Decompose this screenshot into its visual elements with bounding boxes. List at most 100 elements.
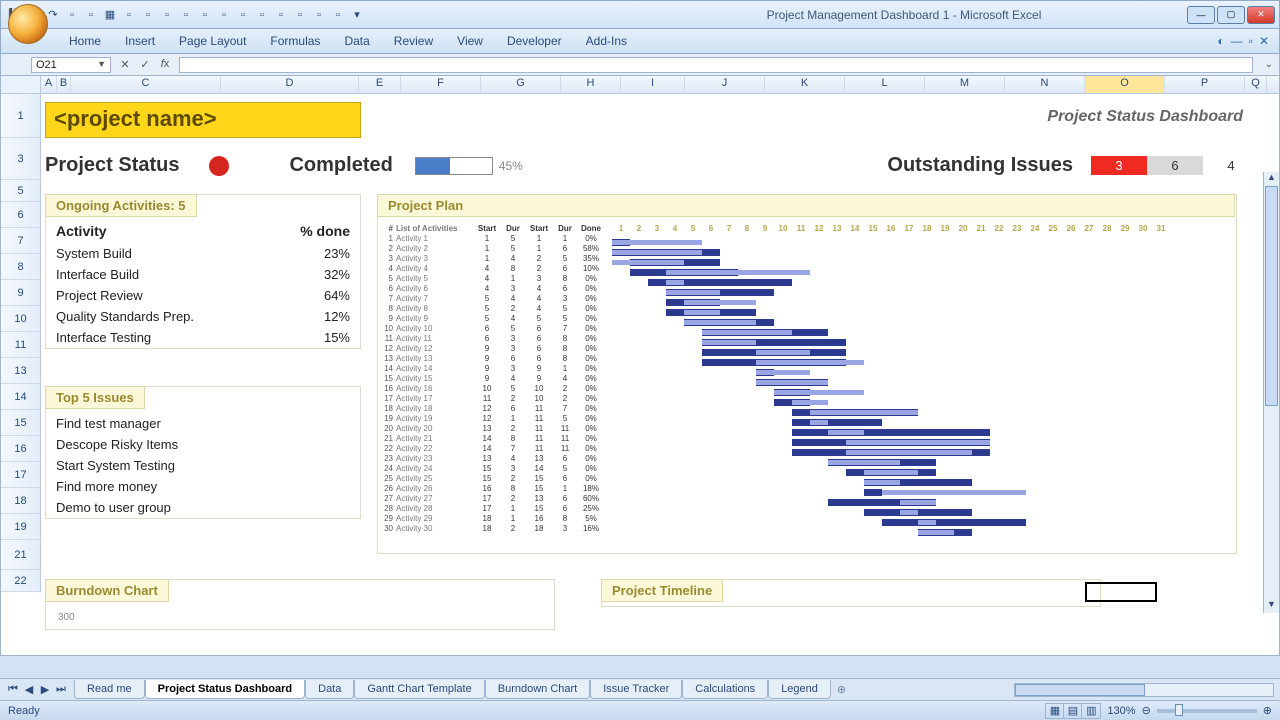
new-sheet-icon[interactable]: ⊕: [831, 683, 852, 696]
next-sheet-icon[interactable]: ▶: [38, 683, 52, 696]
qat-icon[interactable]: ▫: [330, 7, 346, 23]
ribbon-tab-add-ins[interactable]: Add-Ins: [574, 30, 639, 52]
zoom-slider[interactable]: [1157, 709, 1257, 713]
vertical-scrollbar[interactable]: ▲ ▼: [1263, 172, 1279, 613]
first-sheet-icon[interactable]: ⏮: [6, 683, 20, 696]
col-header[interactable]: P: [1165, 76, 1245, 93]
gantt-row[interactable]: 27Activity 2717213660%: [384, 493, 1230, 503]
ribbon-tab-formulas[interactable]: Formulas: [258, 30, 332, 52]
qat-more-icon[interactable]: ▾: [349, 7, 365, 23]
qat-icon[interactable]: ▫: [140, 7, 156, 23]
sheet-tab[interactable]: Project Status Dashboard: [145, 680, 305, 699]
col-header[interactable]: J: [685, 76, 765, 93]
row-header[interactable]: 19: [1, 514, 41, 540]
ribbon-tab-home[interactable]: Home: [57, 30, 113, 52]
sheet-tab[interactable]: Read me: [74, 680, 145, 699]
list-item[interactable]: Demo to user group: [46, 497, 360, 518]
gantt-row[interactable]: 30Activity 3018218316%: [384, 523, 1230, 533]
gantt-row[interactable]: 6Activity 643460%: [384, 283, 1230, 293]
row-header[interactable]: 10: [1, 306, 41, 332]
chevron-down-icon[interactable]: ▼: [97, 59, 106, 71]
gantt-row[interactable]: 29Activity 291811685%: [384, 513, 1230, 523]
active-cell-selection[interactable]: [1085, 582, 1157, 602]
table-row[interactable]: Quality Standards Prep.12%: [46, 306, 360, 327]
sheet-canvas[interactable]: <project name> Project Status Dashboard …: [41, 94, 1279, 592]
maximize-button[interactable]: ▢: [1217, 6, 1245, 24]
qat-icon[interactable]: ▫: [311, 7, 327, 23]
gantt-row[interactable]: 2Activity 2151658%: [384, 243, 1230, 253]
qat-icon[interactable]: ▫: [178, 7, 194, 23]
col-header[interactable]: M: [925, 76, 1005, 93]
col-header[interactable]: E: [359, 76, 401, 93]
gantt-row[interactable]: 26Activity 2616815118%: [384, 483, 1230, 493]
qat-icon[interactable]: ▫: [273, 7, 289, 23]
gantt-row[interactable]: 28Activity 2817115625%: [384, 503, 1230, 513]
gantt-row[interactable]: 10Activity 1065670%: [384, 323, 1230, 333]
col-header[interactable]: Q: [1245, 76, 1267, 93]
ribbon-tab-data[interactable]: Data: [332, 30, 381, 52]
col-header[interactable]: G: [481, 76, 561, 93]
scroll-thumb[interactable]: [1015, 684, 1145, 696]
office-button[interactable]: [8, 4, 48, 44]
view-buttons[interactable]: ▦ ▤ ▥: [1045, 703, 1101, 719]
gantt-row[interactable]: 4Activity 4482610%: [384, 263, 1230, 273]
qat-icon[interactable]: ▫: [64, 7, 80, 23]
minimize-ribbon-icon[interactable]: —: [1231, 34, 1243, 48]
view-pagelayout-icon[interactable]: ▤: [1064, 704, 1082, 718]
zoom-in-icon[interactable]: ⊕: [1263, 704, 1272, 717]
gantt-row[interactable]: 9Activity 954550%: [384, 313, 1230, 323]
col-header[interactable]: L: [845, 76, 925, 93]
ribbon-options-icon[interactable]: ▫: [1249, 34, 1253, 48]
list-item[interactable]: Start System Testing: [46, 455, 360, 476]
gantt-row[interactable]: 3Activity 3142535%: [384, 253, 1230, 263]
table-row[interactable]: Interface Build32%: [46, 264, 360, 285]
table-row[interactable]: System Build23%: [46, 243, 360, 264]
col-header[interactable]: D: [221, 76, 359, 93]
expand-formula-bar-icon[interactable]: ⌄: [1265, 59, 1279, 70]
prev-sheet-icon[interactable]: ◀: [22, 683, 36, 696]
col-header[interactable]: O: [1085, 76, 1165, 93]
select-all-corner[interactable]: [1, 76, 41, 93]
row-header[interactable]: 21: [1, 540, 41, 570]
scroll-up-icon[interactable]: ▲: [1264, 172, 1279, 186]
sheet-tab[interactable]: Issue Tracker: [590, 680, 682, 699]
row-header[interactable]: 15: [1, 410, 41, 436]
formula-input[interactable]: [179, 57, 1253, 73]
col-header[interactable]: H: [561, 76, 621, 93]
name-box[interactable]: O21 ▼: [31, 57, 111, 73]
fx-icon[interactable]: fx: [157, 58, 173, 71]
sheet-tab[interactable]: Calculations: [682, 680, 768, 699]
ribbon-tab-view[interactable]: View: [445, 30, 495, 52]
sheet-tab[interactable]: Gantt Chart Template: [354, 680, 484, 699]
help-icon[interactable]: ◐: [1217, 34, 1224, 48]
table-row[interactable]: Interface Testing15%: [46, 327, 360, 348]
list-item[interactable]: Find more money: [46, 476, 360, 497]
qat-icon[interactable]: ▫: [216, 7, 232, 23]
row-header[interactable]: 18: [1, 488, 41, 514]
sheet-tab[interactable]: Legend: [768, 680, 831, 699]
col-header[interactable]: F: [401, 76, 481, 93]
ribbon-tab-review[interactable]: Review: [382, 30, 445, 52]
view-pagebreak-icon[interactable]: ▥: [1082, 704, 1100, 718]
confirm-icon[interactable]: ✓: [137, 58, 153, 71]
scroll-down-icon[interactable]: ▼: [1264, 599, 1279, 613]
ribbon-tab-insert[interactable]: Insert: [113, 30, 167, 52]
horizontal-scrollbar[interactable]: [1014, 683, 1274, 697]
row-header[interactable]: 9: [1, 280, 41, 306]
close-button[interactable]: ✕: [1247, 6, 1275, 24]
col-header[interactable]: B: [57, 76, 71, 93]
zoom-pct[interactable]: 130%: [1107, 705, 1135, 717]
scroll-thumb[interactable]: [1265, 186, 1278, 406]
qat-icon[interactable]: ▫: [159, 7, 175, 23]
row-header[interactable]: 11: [1, 332, 41, 358]
row-header[interactable]: 1: [1, 94, 41, 138]
table-row[interactable]: Project Review64%: [46, 285, 360, 306]
list-item[interactable]: Find test manager: [46, 413, 360, 434]
row-header[interactable]: 16: [1, 436, 41, 462]
col-header[interactable]: K: [765, 76, 845, 93]
col-header[interactable]: A: [41, 76, 57, 93]
gantt-row[interactable]: 24Activity 241531450%: [384, 463, 1230, 473]
col-header[interactable]: I: [621, 76, 685, 93]
row-header[interactable]: 5: [1, 180, 41, 202]
row-header[interactable]: 14: [1, 384, 41, 410]
